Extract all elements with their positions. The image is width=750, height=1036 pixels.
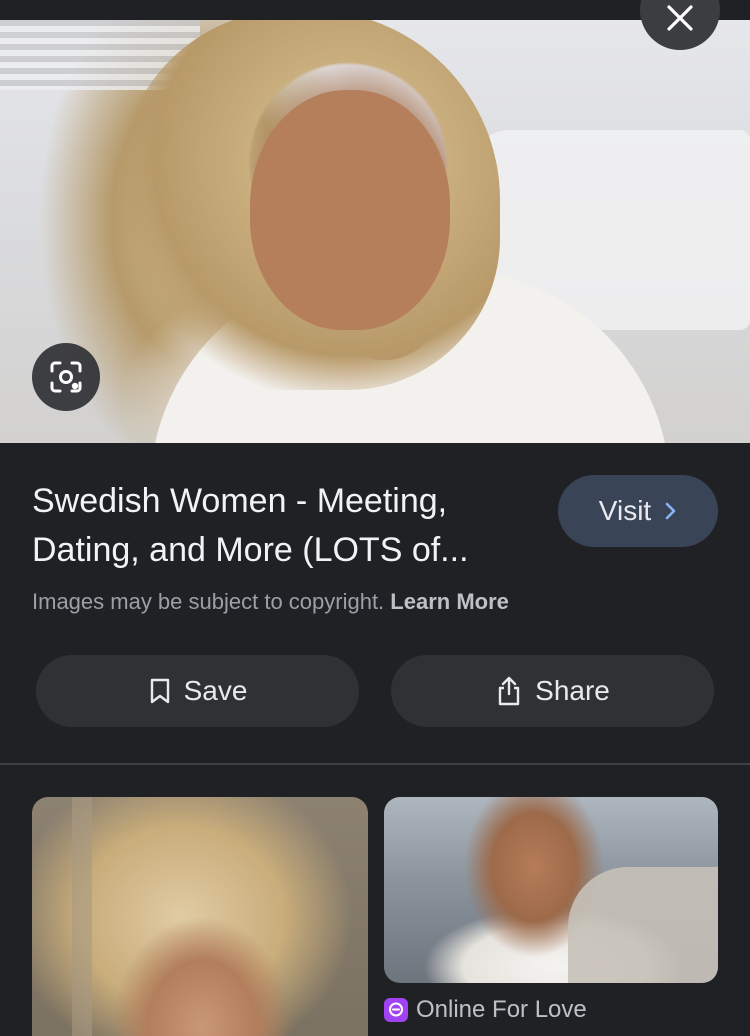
- result-title-line-2[interactable]: Dating, and More (LOTS of...: [32, 526, 532, 575]
- image-detail-sand: [568, 867, 718, 983]
- bookmark-icon: [150, 678, 169, 704]
- share-icon: [498, 676, 520, 706]
- lens-icon: [50, 361, 82, 393]
- related-image-2-source[interactable]: Online For Love: [384, 996, 587, 1024]
- related-image-2[interactable]: [384, 797, 718, 983]
- copyright-notice: Images may be subject to copyright. Lear…: [32, 589, 509, 615]
- learn-more-link[interactable]: Learn More: [390, 589, 509, 614]
- save-button-label: Save: [183, 675, 248, 706]
- section-divider: [0, 763, 750, 765]
- visit-button-label: Visit: [598, 495, 652, 526]
- result-title-line-1[interactable]: Swedish Women - Meeting,: [32, 477, 532, 526]
- share-button[interactable]: Share: [391, 655, 714, 727]
- save-button[interactable]: Save: [36, 655, 359, 727]
- lens-button[interactable]: [32, 343, 100, 411]
- close-icon: [667, 5, 693, 31]
- top-bar: [0, 0, 750, 20]
- image-detail-wall: [72, 797, 92, 1036]
- share-button-label: Share: [535, 675, 610, 706]
- preview-image[interactable]: [0, 20, 750, 443]
- visit-button[interactable]: Visit: [558, 475, 718, 547]
- copyright-text: Images may be subject to copyright.: [32, 589, 385, 614]
- image-detail-face: [250, 90, 450, 330]
- related-image-2-source-label: Online For Love: [416, 996, 587, 1023]
- related-image-1[interactable]: [32, 797, 368, 1036]
- result-title[interactable]: Swedish Women - Meeting, Dating, and Mor…: [32, 477, 532, 575]
- chevron-right-icon: [665, 502, 676, 520]
- site-favicon-icon: [384, 998, 408, 1022]
